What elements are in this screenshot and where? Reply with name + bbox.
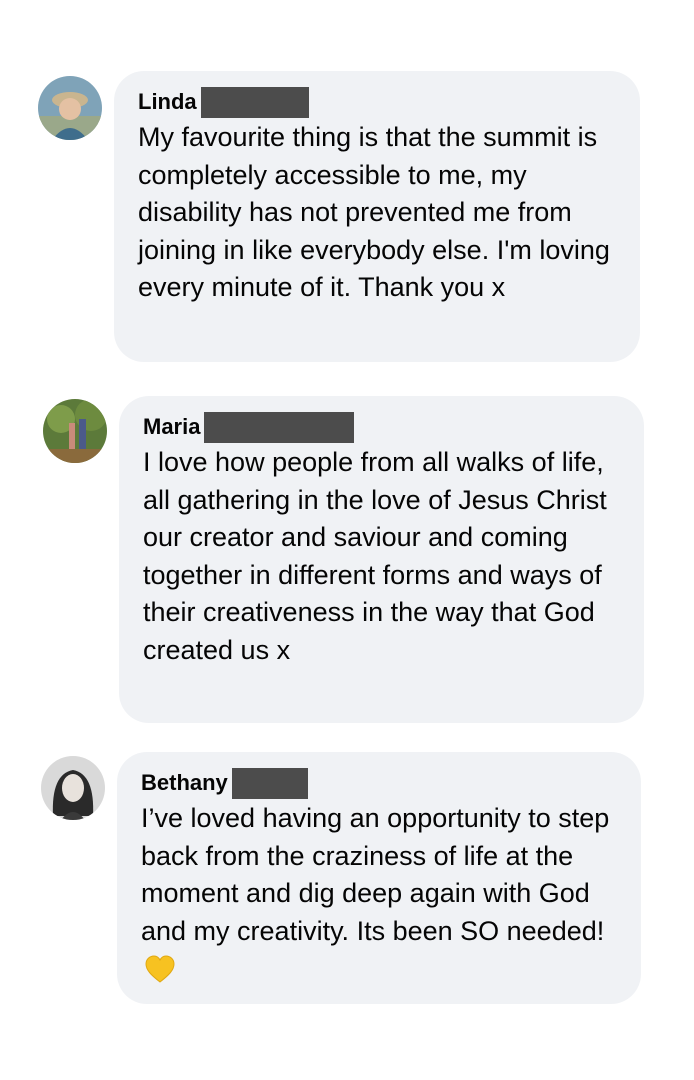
comment-bubble: Bethany I’ve loved having an opportunity… (117, 752, 641, 1004)
redaction-bar (200, 86, 309, 118)
avatar[interactable] (41, 756, 105, 820)
comment-text-body: I’ve loved having an opportunity to step… (141, 803, 610, 946)
profile-photo-icon (43, 399, 107, 463)
redaction-bar (231, 767, 308, 799)
commenter-name[interactable]: Linda (138, 87, 197, 117)
profile-photo-icon (41, 756, 105, 820)
commenter-name[interactable]: Maria (143, 412, 200, 442)
commenter-name[interactable]: Bethany (141, 768, 228, 798)
comment-text: I love how people from all walks of life… (143, 447, 607, 665)
comment-text: I’ve loved having an opportunity to step… (141, 800, 617, 994)
yellow-heart-icon (145, 955, 175, 994)
avatar[interactable] (43, 399, 107, 463)
profile-photo-icon (38, 76, 102, 140)
comment-bubble: Linda My favourite thing is that the sum… (114, 71, 640, 362)
comment-bubble: Maria I love how people from all walks o… (119, 396, 644, 723)
redaction-bar (204, 411, 355, 443)
comment-text: My favourite thing is that the summit is… (138, 122, 610, 302)
avatar[interactable] (38, 76, 102, 140)
